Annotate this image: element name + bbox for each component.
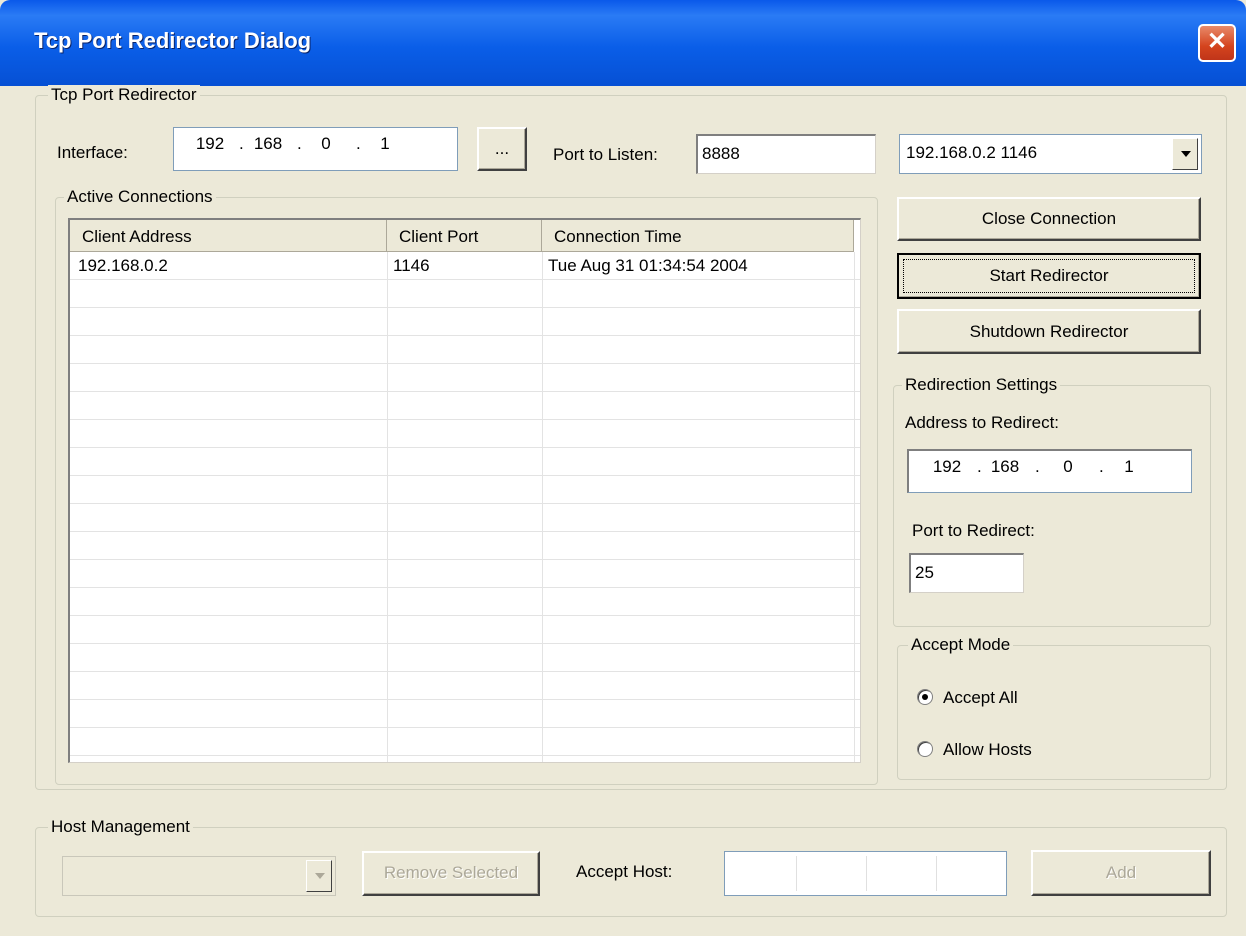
group-legend: Host Management bbox=[48, 817, 193, 837]
radio-button-icon[interactable] bbox=[917, 689, 933, 705]
ip-separator bbox=[866, 856, 867, 891]
ip-octet: 1 bbox=[1124, 457, 1134, 476]
list-rows: 192.168.0.2 1146 Tue Aug 31 01:34:54 2004 bbox=[70, 252, 860, 762]
dialog-window: Tcp Port Redirector Dialog ✕ Tcp Port Re… bbox=[0, 0, 1246, 936]
interface-label: Interface: bbox=[57, 143, 128, 162]
table-cell: 1146 bbox=[393, 256, 430, 275]
table-row bbox=[70, 756, 860, 762]
table-row bbox=[70, 448, 860, 476]
title-bar[interactable]: Tcp Port Redirector Dialog ✕ bbox=[0, 0, 1246, 86]
table-row bbox=[70, 532, 860, 560]
table-row bbox=[70, 672, 860, 700]
remove-selected-button[interactable]: Remove Selected bbox=[362, 851, 540, 896]
port-to-redirect-label: Port to Redirect: bbox=[912, 521, 1035, 540]
table-cell: 192.168.0.2 bbox=[78, 256, 168, 275]
close-icon[interactable]: ✕ bbox=[1198, 24, 1236, 62]
table-row bbox=[70, 616, 860, 644]
table-row bbox=[70, 504, 860, 532]
browse-label: ... bbox=[494, 139, 510, 158]
focus-rect bbox=[903, 259, 1195, 293]
list-header: Client Address Client Port Connection Ti… bbox=[70, 220, 860, 252]
ip-octet: 1 bbox=[380, 134, 390, 153]
table-cell: Tue Aug 31 01:34:54 2004 bbox=[548, 256, 748, 275]
table-row bbox=[70, 364, 860, 392]
table-row bbox=[70, 728, 860, 756]
hosts-select[interactable] bbox=[62, 856, 336, 896]
table-row bbox=[70, 644, 860, 672]
ip-dot: . bbox=[1035, 457, 1040, 476]
connection-select[interactable]: 192.168.0.2 1146 bbox=[899, 134, 1202, 174]
start-redirector-button[interactable]: Start Redirector bbox=[897, 253, 1201, 299]
group-legend: Accept Mode bbox=[908, 635, 1014, 655]
connection-select-value: 192.168.0.2 1146 bbox=[906, 143, 1038, 162]
button-label: Shutdown Redirector bbox=[969, 322, 1129, 341]
port-to-listen-label: Port to Listen: bbox=[553, 145, 658, 164]
radio-selected-dot bbox=[922, 694, 928, 700]
add-host-button[interactable]: Add bbox=[1031, 850, 1211, 896]
table-row bbox=[70, 588, 860, 616]
table-row bbox=[70, 308, 860, 336]
radio-button-icon[interactable] bbox=[917, 741, 933, 757]
chevron-down-icon[interactable] bbox=[306, 860, 332, 892]
connections-list[interactable]: Client Address Client Port Connection Ti… bbox=[68, 218, 861, 763]
accept-host-label: Accept Host: bbox=[576, 862, 673, 881]
group-legend: Active Connections bbox=[64, 187, 216, 207]
radio-accept-all[interactable]: Accept All bbox=[917, 688, 1067, 708]
column-header[interactable]: Client Port bbox=[387, 220, 542, 252]
close-connection-button[interactable]: Close Connection bbox=[897, 197, 1201, 241]
ip-octet: 192 bbox=[195, 134, 225, 153]
ip-separator bbox=[936, 856, 937, 891]
button-label: Add bbox=[1105, 863, 1137, 882]
radio-allow-hosts[interactable]: Allow Hosts bbox=[917, 740, 1067, 760]
column-header[interactable]: Connection Time bbox=[542, 220, 854, 252]
ip-dot: . bbox=[1099, 457, 1104, 476]
ip-octet: 168 bbox=[253, 134, 283, 153]
table-row bbox=[70, 336, 860, 364]
table-row bbox=[70, 280, 860, 308]
radio-label: Allow Hosts bbox=[943, 740, 1032, 759]
address-to-redirect-label: Address to Redirect: bbox=[905, 413, 1060, 432]
ip-octet: 192 bbox=[932, 457, 962, 476]
table-row bbox=[70, 476, 860, 504]
interface-ip-input[interactable]: 192 . 168 . 0 . 1 bbox=[173, 127, 458, 171]
ip-octet: 0 bbox=[321, 134, 331, 153]
port-to-redirect-input[interactable]: 25 bbox=[909, 553, 1024, 593]
ip-octet: 168 bbox=[990, 457, 1020, 476]
ip-separator bbox=[796, 856, 797, 891]
table-row bbox=[70, 560, 860, 588]
window-title: Tcp Port Redirector Dialog bbox=[34, 28, 312, 53]
button-label: Close Connection bbox=[981, 209, 1117, 228]
table-row[interactable]: 192.168.0.2 1146 Tue Aug 31 01:34:54 2004 bbox=[70, 252, 860, 280]
radio-label: Accept All bbox=[943, 688, 1018, 707]
table-row bbox=[70, 700, 860, 728]
port-to-listen-input[interactable]: 8888 bbox=[696, 134, 876, 174]
shutdown-redirector-button[interactable]: Shutdown Redirector bbox=[897, 309, 1201, 354]
table-row bbox=[70, 420, 860, 448]
group-legend: Redirection Settings bbox=[902, 375, 1061, 395]
accept-host-ip-input[interactable] bbox=[724, 851, 1007, 896]
ip-octet: 0 bbox=[1063, 457, 1073, 476]
column-header[interactable]: Client Address bbox=[70, 220, 387, 252]
browse-interface-button[interactable]: ... bbox=[477, 127, 527, 171]
chevron-down-icon[interactable] bbox=[1172, 138, 1198, 170]
redirect-address-input[interactable]: 192 . 168 . 0 . 1 bbox=[907, 449, 1192, 493]
table-row bbox=[70, 392, 860, 420]
button-label: Remove Selected bbox=[383, 863, 519, 882]
group-legend: Tcp Port Redirector bbox=[48, 85, 200, 105]
